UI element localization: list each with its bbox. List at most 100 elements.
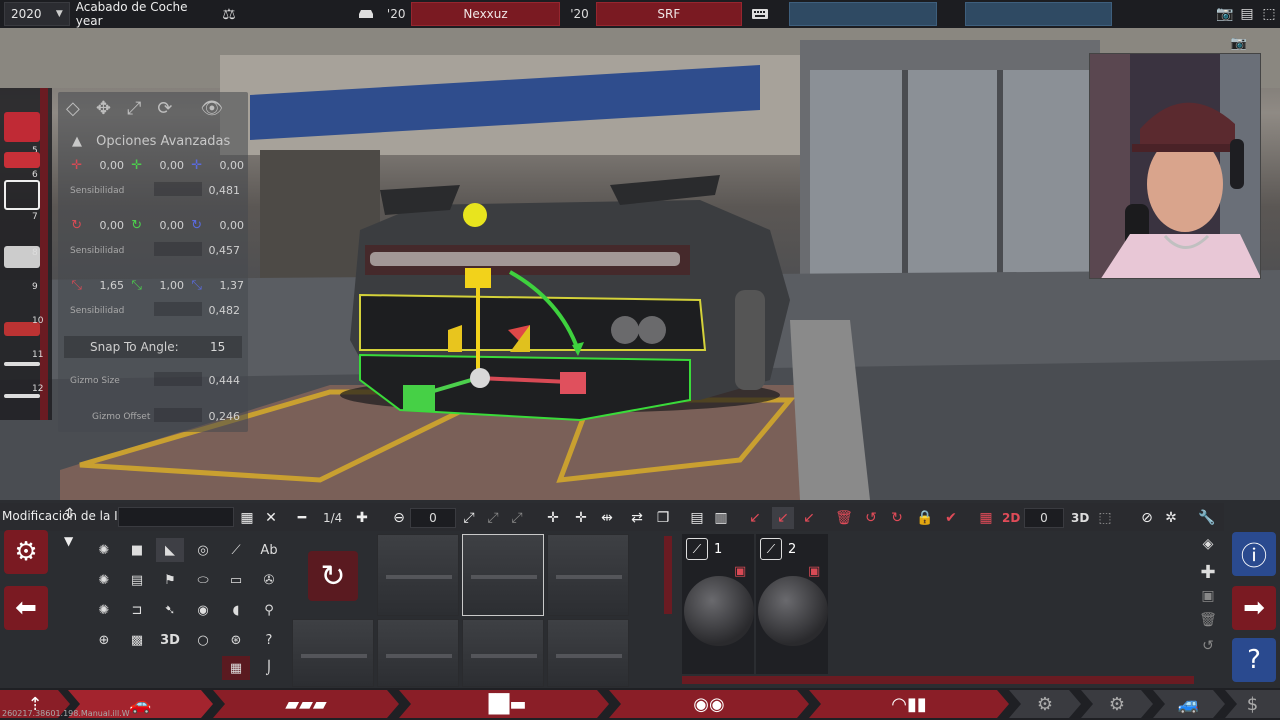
preset-scrollbar[interactable]: [664, 536, 672, 614]
position-sensitivity-slider[interactable]: [154, 182, 202, 196]
target-icon[interactable]: ◎: [189, 538, 217, 562]
wheel-icon[interactable]: ✲: [1160, 507, 1182, 529]
car-front-icon[interactable]: [351, 2, 381, 26]
preset-thumbnail[interactable]: [377, 619, 459, 687]
keyboard-icon[interactable]: [746, 2, 776, 26]
snap-to-angle-value[interactable]: 15: [210, 340, 225, 354]
gizmo-offset-slider[interactable]: [154, 408, 202, 422]
curve-icon[interactable]: ⊐: [123, 598, 151, 622]
info-button[interactable]: ⓘ: [1232, 532, 1276, 576]
redo-icon[interactable]: ↻: [886, 507, 908, 529]
eye-icon[interactable]: 👁: [200, 98, 223, 119]
grid-icon[interactable]: ▦: [975, 507, 997, 529]
flip-icon[interactable]: ⇄: [626, 507, 648, 529]
copy-icon[interactable]: ❐: [652, 507, 674, 529]
scale-x[interactable]: 1,65: [85, 279, 125, 292]
preset-thumbnail[interactable]: [547, 619, 629, 687]
badge-icon[interactable]: ▭: [222, 568, 250, 592]
nav-tab-suspension[interactable]: ◠▮▮: [809, 690, 1009, 718]
preset-thumbnail[interactable]: [462, 619, 544, 687]
cube-icon[interactable]: ◇: [66, 98, 80, 119]
close-icon[interactable]: ✕: [260, 507, 282, 529]
text-tool-button[interactable]: Ab: [255, 538, 283, 562]
layer-value-field[interactable]: 0: [410, 508, 456, 528]
clipboard-icon[interactable]: ▤: [686, 507, 708, 529]
mode-2d-button[interactable]: 2D: [1002, 511, 1020, 525]
save-icon[interactable]: ▤: [1236, 2, 1258, 26]
mode-3d-button[interactable]: 3D: [1071, 511, 1089, 525]
stripe-icon[interactable]: ⟋: [222, 538, 250, 562]
gizmo-size-slider[interactable]: [154, 372, 202, 386]
position-x[interactable]: 0,00: [85, 159, 125, 172]
copy-material-icon[interactable]: ▣: [808, 564, 820, 579]
select-all-icon[interactable]: ↙: [798, 507, 820, 529]
spiral-icon[interactable]: ⊛: [222, 628, 250, 652]
undo-icon[interactable]: ↺: [860, 507, 882, 529]
scale-sensitivity-slider[interactable]: [154, 302, 202, 316]
hook-icon[interactable]: ⌡: [255, 656, 283, 680]
rotation-y[interactable]: 0,00: [145, 219, 185, 232]
delete-icon[interactable]: 🗑: [833, 507, 855, 529]
list-icon[interactable]: ▦: [236, 507, 258, 529]
year-select[interactable]: 2020 ▼: [4, 2, 70, 26]
strip-scrollbar[interactable]: [40, 88, 48, 420]
document-icon[interactable]: ▤: [123, 568, 151, 592]
circle-minus-icon[interactable]: ⊖: [388, 507, 410, 529]
calculator-icon[interactable]: ▦: [222, 656, 250, 680]
help-icon[interactable]: ?: [255, 628, 283, 652]
mode-value-field[interactable]: 0: [1024, 508, 1064, 528]
3d-tool-button[interactable]: 3D: [156, 628, 184, 652]
next-arrow-button[interactable]: ➡: [1232, 586, 1276, 630]
flag-icon[interactable]: ⚑: [156, 568, 184, 592]
help-button[interactable]: ?: [1232, 638, 1276, 682]
nav-tab-drivetrain[interactable]: ⚙: [1081, 690, 1153, 718]
plus-icon[interactable]: ✚: [351, 507, 373, 529]
rotate-icon[interactable]: ⟳: [157, 98, 172, 119]
refresh-button[interactable]: ↻: [308, 551, 358, 601]
nav-tab-interior[interactable]: ▰▰▰: [213, 690, 399, 718]
transform-box-icon[interactable]: ⬚: [1094, 507, 1116, 529]
material-slot-1[interactable]: ⟋ 1 ▣: [682, 534, 754, 674]
blue-field-2[interactable]: [964, 2, 1113, 26]
symbol-icon[interactable]: ⊕: [90, 628, 118, 652]
sort-arrows-icon[interactable]: ⇕: [64, 506, 76, 522]
delete-material-icon[interactable]: 🗑: [1196, 612, 1220, 634]
snap-to-angle-row[interactable]: Snap To Angle: 15: [64, 336, 242, 358]
save-material-icon[interactable]: ▣: [1196, 588, 1220, 610]
light-bulb-icon[interactable]: ✺: [90, 568, 118, 592]
rotation-sensitivity-slider[interactable]: [154, 242, 202, 256]
back-arrow-button[interactable]: ⬅: [4, 586, 48, 630]
layer-name-input[interactable]: [118, 507, 234, 527]
minus-icon[interactable]: ━: [291, 507, 313, 529]
nav-tab-market[interactable]: $: [1225, 690, 1280, 718]
select-icon[interactable]: ↙: [744, 507, 766, 529]
rectangle-icon[interactable]: ■: [123, 538, 151, 562]
trim-name-field[interactable]: SRF: [596, 2, 742, 26]
layer-thumbnail[interactable]: [4, 362, 40, 366]
bucket-icon[interactable]: ◈: [1196, 536, 1220, 558]
position-z[interactable]: 0,00: [205, 159, 245, 172]
nav-tab-car-test[interactable]: 🚙: [1153, 690, 1225, 718]
align-icon[interactable]: ⇹: [596, 507, 618, 529]
rim-icon[interactable]: ✇: [255, 568, 283, 592]
circle-icon[interactable]: ○: [189, 628, 217, 652]
balance-scale-icon[interactable]: ⚖: [209, 2, 249, 26]
advanced-options-title[interactable]: ▲ Opciones Avanzadas: [72, 134, 230, 149]
wrench-icon[interactable]: 🔧: [1196, 507, 1218, 529]
model-name-field[interactable]: Nexxuz: [410, 2, 561, 26]
lock-icon[interactable]: 🔒: [914, 507, 936, 529]
preset-thumbnail-selected[interactable]: [462, 534, 544, 616]
helmet-icon[interactable]: ◖: [222, 598, 250, 622]
no-wheel-icon[interactable]: ⊘: [1136, 507, 1158, 529]
layer-thumbnail[interactable]: [4, 152, 40, 168]
material-scrollbar[interactable]: [682, 676, 1194, 684]
check-icon[interactable]: ✔: [940, 507, 962, 529]
light-bulb-icon[interactable]: ✺: [90, 598, 118, 622]
nav-tab-fixtures[interactable]: ▐█▬: [399, 690, 609, 718]
layer-thumbnail-selected[interactable]: [4, 180, 40, 210]
screenshot-camera-icon[interactable]: 📷: [1229, 36, 1249, 54]
rotation-x[interactable]: 0,00: [85, 219, 125, 232]
move-icon[interactable]: ✛: [542, 507, 564, 529]
pattern-icon[interactable]: ▩: [123, 628, 151, 652]
preset-thumbnail[interactable]: [547, 534, 629, 616]
